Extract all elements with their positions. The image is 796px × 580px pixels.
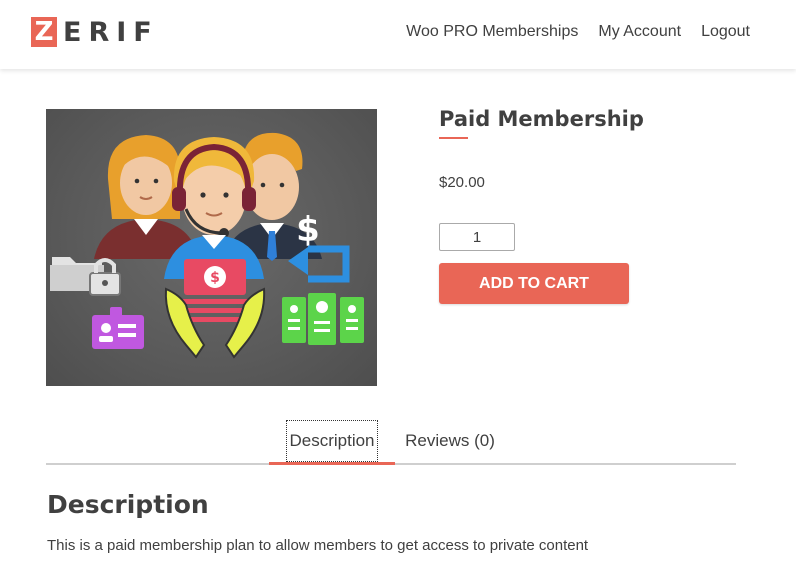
site-header: Z ERIF Woo PRO Memberships My Account Lo…	[0, 0, 796, 69]
product-price: $20.00	[439, 174, 485, 191]
svg-text:$: $	[296, 210, 320, 250]
site-logo[interactable]: Z ERIF	[31, 16, 159, 48]
membership-illustration-icon: $ $	[50, 132, 364, 359]
nav-link-logout[interactable]: Logout	[701, 21, 750, 43]
logo-letter: Z	[31, 17, 57, 47]
main-nav: Woo PRO Memberships My Account Logout	[406, 21, 750, 43]
tab-reviews[interactable]: Reviews (0)	[400, 420, 500, 462]
svg-text:$: $	[210, 270, 220, 286]
title-underline	[439, 137, 468, 139]
add-to-cart-button[interactable]: ADD TO CART	[439, 263, 629, 304]
description-text: This is a paid membership plan to allow …	[47, 537, 589, 554]
product-image[interactable]: $ $	[46, 109, 377, 386]
tab-description[interactable]: Description	[286, 420, 378, 462]
nav-link-woo-pro-memberships[interactable]: Woo PRO Memberships	[406, 21, 578, 43]
nav-link-my-account[interactable]: My Account	[598, 21, 681, 43]
logo-text: ERIF	[63, 16, 159, 48]
quantity-input[interactable]	[439, 223, 515, 251]
product-title: Paid Membership	[439, 107, 644, 131]
tab-active-indicator	[269, 462, 395, 465]
description-heading: Description	[47, 490, 209, 519]
